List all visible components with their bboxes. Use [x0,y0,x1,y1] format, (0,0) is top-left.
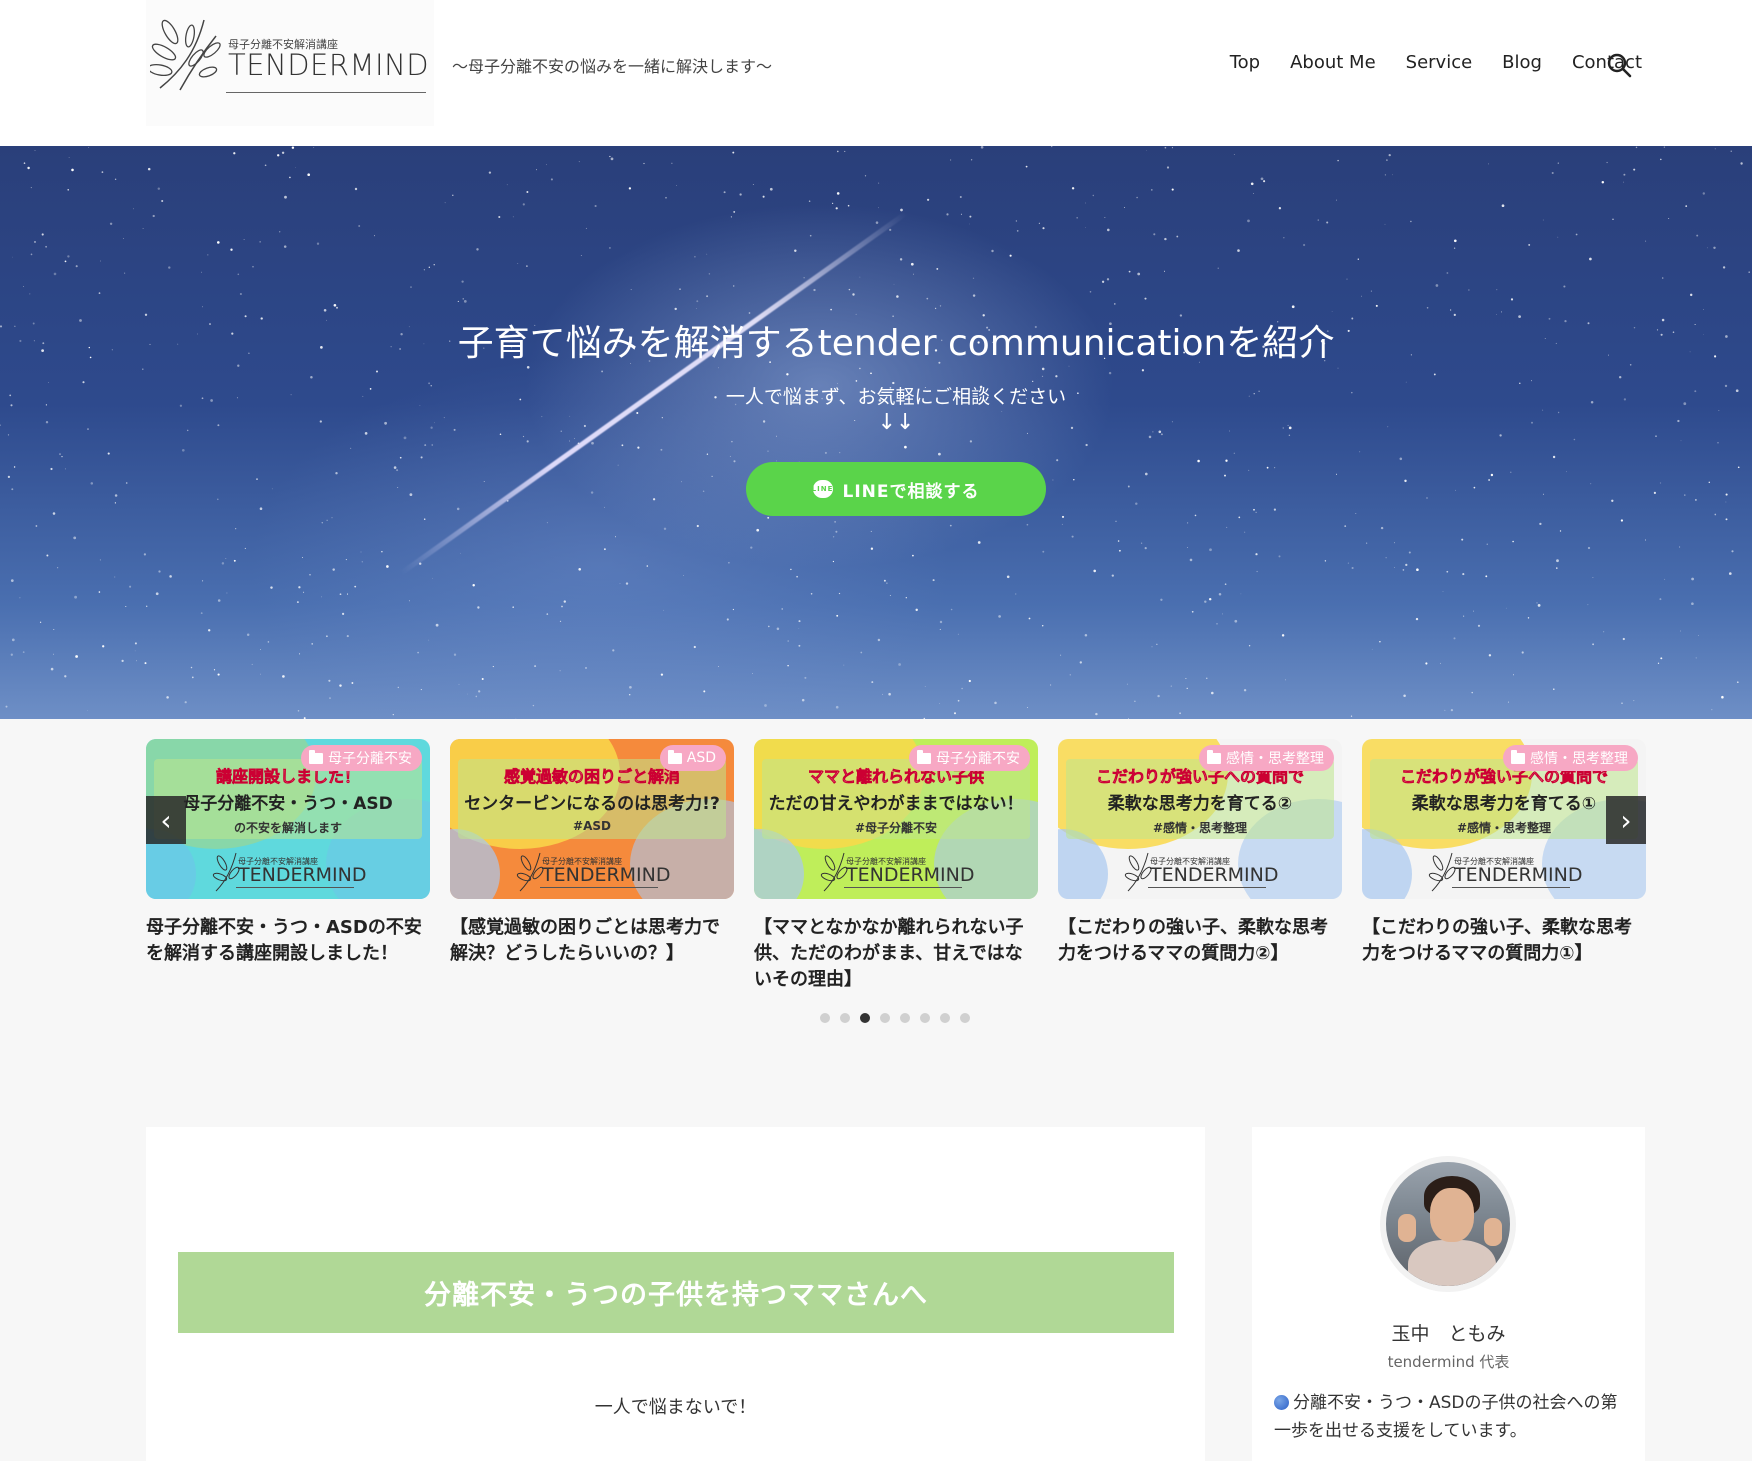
logo-wordmark: TENDERMIND [228,48,430,82]
thumb-logo: TENDERMIND [238,864,367,886]
section-heading: 分離不安・うつの子供を持つママさんへ [178,1252,1174,1333]
category-label: 感情・思考整理 [1530,751,1628,767]
category-badge: 母子分離不安 [301,745,422,771]
thumb-line-3: #ASD [573,819,611,833]
nav-top[interactable]: Top [1230,52,1260,73]
main-nav: Top About Me Service Blog Contact [1230,52,1642,73]
carousel-dot[interactable] [940,1013,950,1023]
category-badge: 母子分離不安 [909,745,1030,771]
folder-icon [309,749,323,764]
post-thumbnail[interactable]: こだわりが強い子への質問で 柔軟な思考力を育てる② #感情・思考整理 母子分離不安解消… [1058,739,1342,899]
nav-blog[interactable]: Blog [1502,52,1542,73]
thumb-line-3: #母子分離不安 [854,821,938,835]
down-arrows: ↓↓ [877,410,915,435]
blue-circle-icon [1274,1395,1289,1410]
thumb-line-2: センターピンになるのは思考力!? [464,794,720,814]
line-consult-label: LINEで相談する [842,481,980,502]
category-badge: ASD [659,745,726,771]
intro-text: 一人で悩まないで！ [594,1397,757,1418]
post-card[interactable]: 感覚過敏の困りごと解消 センターピンになるのは思考力!? #ASD 母子分離不安解消講… [450,739,734,967]
thumb-logo: TENDERMIND [846,864,975,886]
post-title[interactable]: 【感覚過敏の困りごとは思考力で解決？どうしたらいいの？】 [450,915,734,967]
line-consult-button[interactable]: LINE LINEで相談する [746,462,1046,516]
post-card[interactable]: こだわりが強い子への質問で 柔軟な思考力を育てる② #感情・思考整理 母子分離不安解消… [1058,739,1342,967]
thumb-line-3: #感情・思考整理 [1456,821,1552,835]
site-tagline: 〜母子分離不安の悩みを一緒に解決します〜 [452,57,773,76]
chevron-right-icon[interactable]: › [1606,796,1646,844]
post-title[interactable]: 【こだわりの強い子、柔軟な思考力をつけるママの質問力②】 [1058,915,1342,967]
category-badge: 感情・思考整理 [1199,745,1334,771]
post-title[interactable]: 母子分離不安・うつ・ASDの不安を解消する講座開設しました！ [146,915,430,967]
thumb-line-2: ただの甘えやわがままではない！ [768,794,1024,814]
post-card[interactable]: 講座開設しました！ 母子分離不安・うつ・ASD の不安を解消します 母子分離不安解消講… [146,739,430,967]
nav-service[interactable]: Service [1406,52,1473,73]
line-icon: LINE [812,480,833,498]
carousel-dot[interactable] [820,1013,830,1023]
post-thumbnail[interactable]: ママと離れられない子供 ただの甘えやわがままではない！ #母子分離不安 母子分離不安解… [754,739,1038,899]
category-label: ASD [686,750,716,766]
profile-name: 玉中 ともみ [1391,1323,1506,1345]
hero-subtitle: 一人で悩まず、お気軽にご相談ください [725,386,1067,408]
hero-banner: 子育て悩みを解消するtender communicationを紹介 一人で悩まず… [0,146,1752,719]
thumb-line-2: 柔軟な思考力を育てる② [1107,794,1293,814]
post-title[interactable]: 【こだわりの強い子、柔軟な思考力をつけるママの質問力①】 [1362,915,1646,967]
category-label: 感情・思考整理 [1226,751,1324,767]
thumb-line-2: 母子分離不安・うつ・ASD [183,794,393,814]
carousel-pagination [820,1013,970,1023]
post-card[interactable]: こだわりが強い子への質問で 柔軟な思考力を育てる① #感情・思考整理 母子分離不安解消… [1362,739,1646,967]
hero-title: 子育て悩みを解消するtender communicationを紹介 [457,323,1335,364]
carousel-dot[interactable] [900,1013,910,1023]
thumb-line-3: の不安を解消します [233,821,342,835]
main-content: 分離不安・うつの子供を持つママさんへ 一人で悩まないで！ [146,1127,1205,1461]
category-label: 母子分離不安 [936,751,1020,767]
thumb-logo: TENDERMIND [542,864,671,886]
folder-icon [667,749,682,764]
thumb-logo: TENDERMIND [1150,864,1279,886]
post-thumbnail[interactable]: 感覚過敏の困りごと解消 センターピンになるのは思考力!? #ASD 母子分離不安解消講… [450,739,734,899]
thumb-line-3: #感情・思考整理 [1152,821,1248,835]
folder-icon [917,749,931,764]
profile-sidebar: 玉中 ともみ tendermind 代表 分離不安・うつ・ASDの子供の社会への… [1252,1127,1645,1461]
thumb-line-2: 柔軟な思考力を育てる① [1411,794,1597,814]
site-header: 母子分離不安解消講座 TENDERMIND 〜母子分離不安の悩みを一緒に解決しま… [0,0,1752,146]
profile-description-text: 分離不安・うつ・ASDの子供の社会への第一歩を出せる支援をしています。 [1274,1393,1618,1441]
post-thumbnail[interactable]: こだわりが強い子への質問で 柔軟な思考力を育てる① #感情・思考整理 母子分離不安解消… [1362,739,1646,899]
site-logo[interactable]: 母子分離不安解消講座 TENDERMIND [146,0,434,126]
category-label: 母子分離不安 [328,751,412,767]
post-card[interactable]: ママと離れられない子供 ただの甘えやわがままではない！ #母子分離不安 母子分離不安解… [754,739,1038,993]
leaf-logo-icon [150,19,221,91]
logo-underline [226,92,426,93]
profile-role: tendermind 代表 [1387,1353,1510,1371]
chevron-left-icon[interactable]: ‹ [146,796,186,844]
carousel-dot[interactable] [840,1013,850,1023]
search-icon[interactable] [1606,52,1632,78]
post-thumbnail[interactable]: 講座開設しました！ 母子分離不安・うつ・ASD の不安を解消します 母子分離不安解消講… [146,739,430,899]
nav-about-me[interactable]: About Me [1290,52,1376,73]
thumb-logo: TENDERMIND [1454,864,1583,886]
folder-icon [1207,749,1221,764]
post-title[interactable]: 【ママとなかなか離れられない子供、ただのわがまま、甘えではないその理由】 [754,915,1038,993]
carousel-dot[interactable] [920,1013,930,1023]
carousel-dot[interactable] [960,1013,970,1023]
avatar [1380,1156,1516,1292]
category-badge: 感情・思考整理 [1503,745,1638,771]
carousel-dot[interactable] [860,1013,870,1023]
carousel-dot[interactable] [880,1013,890,1023]
profile-description: 分離不安・うつ・ASDの子供の社会への第一歩を出せる支援をしています。 [1274,1389,1626,1445]
folder-icon [1511,749,1525,764]
